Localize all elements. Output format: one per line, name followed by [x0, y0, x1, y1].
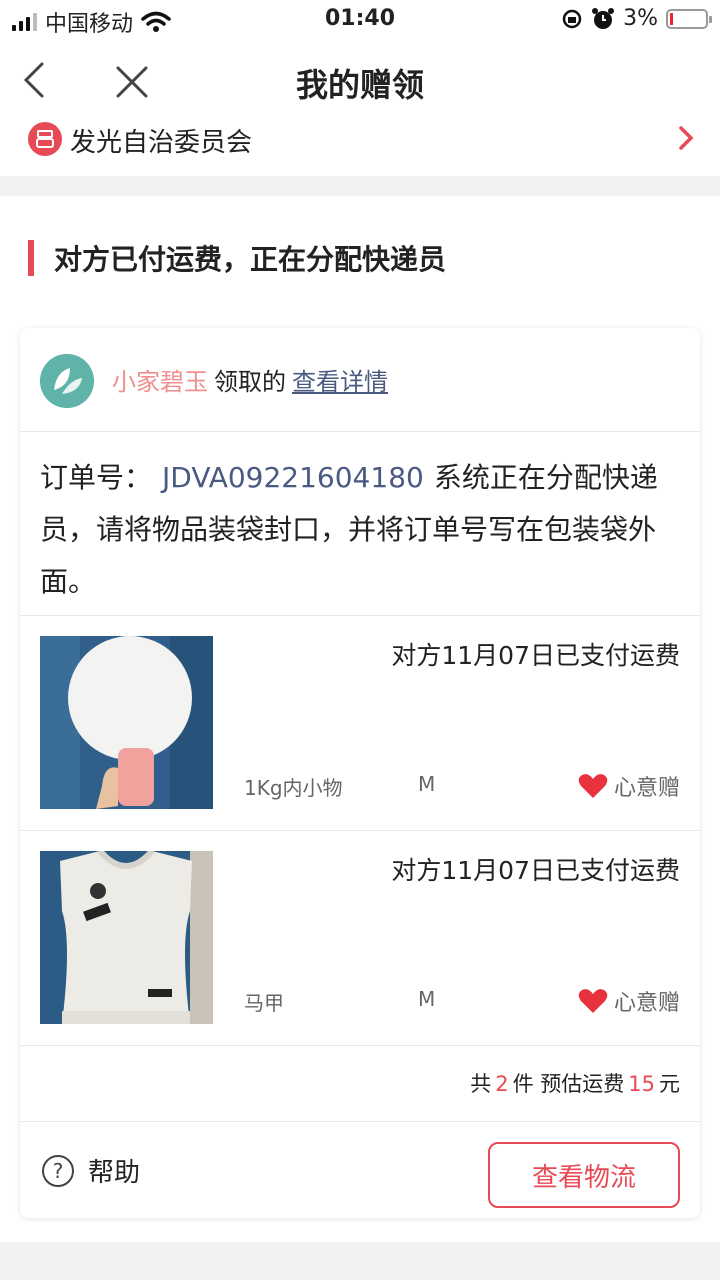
summary-prefix: 共	[470, 1072, 492, 1096]
claimer-nickname[interactable]: 小家碧玉	[112, 368, 208, 396]
summary-text: 共2件 预估运费 15 元	[470, 1068, 680, 1098]
shipping-fee: 15	[628, 1072, 655, 1096]
shop-name: 发光自治委员会	[70, 128, 253, 158]
item-size: M	[418, 987, 436, 1011]
gift-type: 心意赠	[578, 985, 680, 1017]
status-bar: 中国移动 01:40 3%	[0, 0, 720, 40]
order-card: 小家碧玉 领取的 查看详情 订单号： JDVA09221604180 系统正在分配快递员…	[20, 328, 700, 1218]
heart-icon	[578, 989, 608, 1013]
list-item[interactable]: 对方11月07日已支付运费 马甲 M 心意赠	[20, 831, 700, 1046]
card-footer: ? 帮助 查看物流	[20, 1122, 700, 1218]
claim-row: 小家碧玉 领取的 查看详情	[20, 328, 700, 432]
payment-status: 对方11月07日已支付运费	[391, 641, 680, 670]
list-item[interactable]: 对方11月07日已支付运费 1Kg内小物 M 心意赠	[20, 616, 700, 831]
item-category: 1Kg内小物	[244, 776, 343, 800]
view-logistics-button[interactable]: 查看物流	[488, 1142, 680, 1208]
nav-bar: 我的赠领	[0, 40, 720, 120]
item-size: M	[418, 772, 436, 796]
shop-logo-icon	[28, 122, 62, 156]
gift-label: 心意赠	[613, 991, 680, 1016]
status-right: 3%	[561, 6, 712, 31]
gift-label: 心意赠	[613, 776, 680, 801]
item-image	[40, 636, 213, 809]
avatar[interactable]	[40, 354, 94, 408]
order-status-title: 对方已付运费，正在分配快递员	[54, 243, 447, 276]
item-category: 马甲	[244, 991, 284, 1015]
claim-line: 小家碧玉 领取的 查看详情	[112, 362, 388, 397]
item-image	[40, 851, 213, 1024]
order-summary: 共2件 预估运费 15 元	[20, 1046, 700, 1122]
question-icon: ?	[42, 1154, 74, 1187]
battery-icon	[666, 8, 712, 29]
alarm-icon	[592, 7, 615, 29]
accent-bar	[28, 240, 34, 276]
page-title: 我的赠领	[295, 66, 424, 104]
order-number-label: 订单号：	[40, 461, 153, 494]
summary-mid: 件 预估运费	[512, 1072, 625, 1096]
claimed-text: 领取的	[214, 368, 286, 396]
help-label: 帮助	[88, 1158, 141, 1188]
view-details-link[interactable]: 查看详情	[292, 368, 388, 396]
order-info: 订单号： JDVA09221604180 系统正在分配快递员，请将物品装袋封口，并将…	[20, 432, 700, 616]
fee-unit: 元	[659, 1072, 680, 1096]
gift-type: 心意赠	[578, 770, 680, 802]
order-status-heading: 对方已付运费，正在分配快递员	[28, 240, 446, 276]
heart-icon	[578, 774, 608, 798]
rotation-lock-icon	[562, 9, 582, 28]
order-number: JDVA09221604180	[162, 461, 424, 494]
item-count: 2	[495, 1072, 509, 1096]
shop-row[interactable]: 发光自治委员会	[0, 110, 720, 176]
battery-percent: 3%	[623, 6, 658, 31]
help-button[interactable]: ? 帮助	[42, 1152, 140, 1189]
order-section: 对方已付运费，正在分配快递员 小家碧玉 领取的 查看详情 订单号： JDVA09221…	[0, 196, 720, 1242]
chevron-right-icon	[679, 126, 694, 150]
payment-status: 对方11月07日已支付运费	[391, 856, 680, 885]
